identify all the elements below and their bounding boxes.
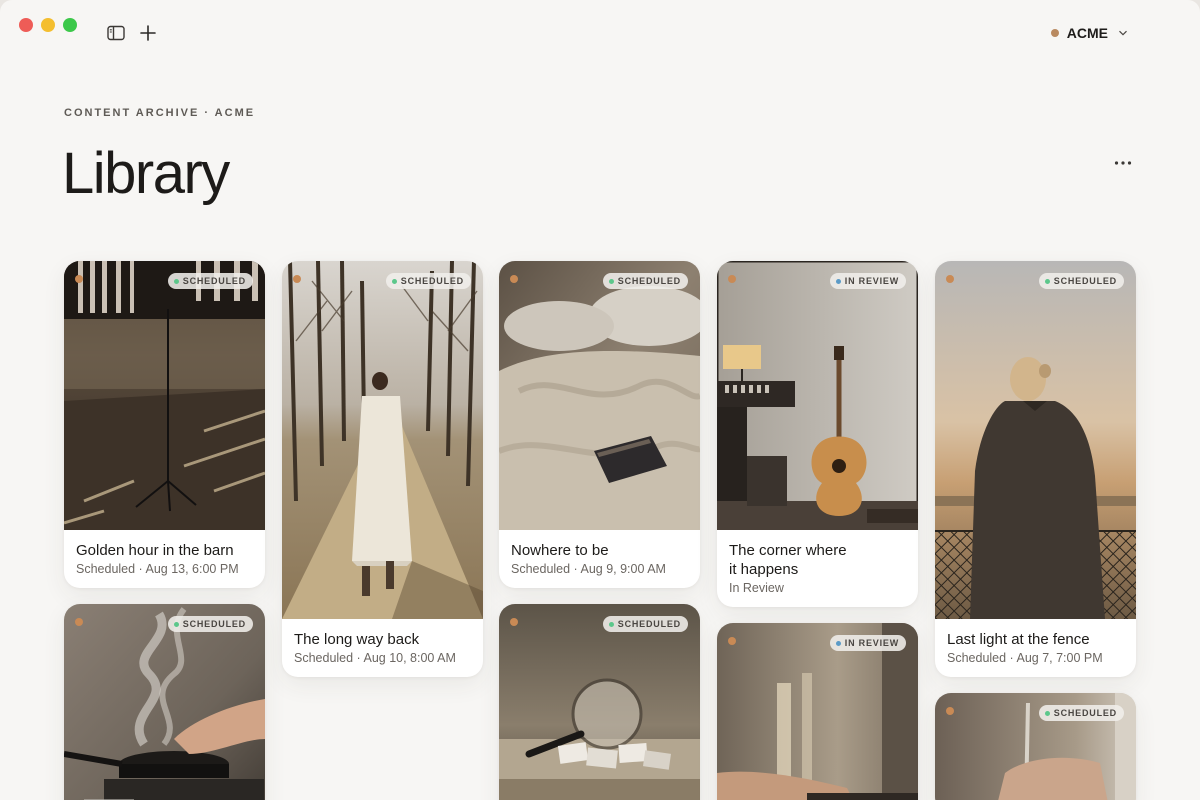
content-card[interactable]: SCHEDULED <box>499 604 700 800</box>
status-dot-icon <box>391 278 397 284</box>
status-dot-icon <box>173 621 179 627</box>
minimize-window-button[interactable] <box>41 18 55 32</box>
status-badge: SCHEDULED <box>602 616 688 632</box>
window-controls <box>19 18 77 32</box>
breadcrumb: CONTENT ARCHIVE · ACME <box>64 107 256 119</box>
accent-dot <box>728 637 736 645</box>
unmade-bed-image <box>499 261 700 530</box>
card-subtitle: Scheduled · Aug 10, 8:00 AM <box>294 651 456 665</box>
status-badge: SCHEDULED <box>1038 705 1124 721</box>
chevron-down-icon <box>1119 30 1127 36</box>
accent-dot <box>946 275 954 283</box>
tree-lined-path-image <box>282 261 483 619</box>
accent-dot <box>293 275 301 283</box>
content-card[interactable]: SCHEDULED Golden hour in the barn Schedu… <box>64 261 265 588</box>
accent-dot <box>75 275 83 283</box>
steaming-pan-image <box>64 604 265 800</box>
account-dot-icon <box>1050 29 1059 37</box>
card-subtitle: Scheduled · Aug 9, 9:00 AM <box>511 562 666 576</box>
app-window: ACME CONTENT ARCHIVE · ACME Library SCHE… <box>0 0 1200 800</box>
accent-dot <box>75 618 83 626</box>
barn-microphone-image <box>64 261 265 530</box>
content-card[interactable]: SCHEDULED Nowhere to be Scheduled · Aug … <box>499 261 700 588</box>
status-dot-icon <box>173 278 179 284</box>
content-card[interactable]: SCHEDULED The long way back Scheduled · … <box>282 261 483 677</box>
content-card[interactable]: SCHEDULED <box>64 604 265 800</box>
content-card[interactable]: SCHEDULED <box>935 693 1136 800</box>
content-card[interactable]: SCHEDULED Last light at the fence Schedu… <box>935 261 1136 677</box>
status-badge: IN REVIEW <box>829 273 906 289</box>
accent-dot <box>510 275 518 283</box>
magnifying-glass-image <box>499 604 700 800</box>
fence-sunset-image <box>935 261 1136 619</box>
status-dot-icon <box>1044 278 1050 284</box>
accent-dot <box>510 618 518 626</box>
account-name: ACME <box>1066 25 1108 41</box>
sidebar-toggle-icon[interactable] <box>107 24 125 42</box>
card-title: Nowhere to be <box>511 542 609 559</box>
account-switcher[interactable]: ACME <box>1050 25 1128 41</box>
zoom-window-button[interactable] <box>63 18 77 32</box>
status-dot-icon <box>1044 710 1050 716</box>
status-dot-icon <box>835 278 841 284</box>
status-badge: IN REVIEW <box>829 635 906 651</box>
content-card[interactable]: IN REVIEW The corner where it happens In … <box>717 261 918 607</box>
card-subtitle: Scheduled · Aug 7, 7:00 PM <box>947 651 1103 665</box>
content-card[interactable]: IN REVIEW <box>717 623 918 800</box>
card-subtitle: Scheduled · Aug 13, 6:00 PM <box>76 562 239 576</box>
status-badge: SCHEDULED <box>602 273 688 289</box>
card-title: The corner where it happens <box>729 542 847 578</box>
card-subtitle: In Review <box>729 581 784 595</box>
close-window-button[interactable] <box>19 18 33 32</box>
status-badge: SCHEDULED <box>385 273 471 289</box>
card-title: Golden hour in the barn <box>76 542 234 559</box>
accent-dot <box>946 707 954 715</box>
card-title: The long way back <box>294 631 420 648</box>
status-badge: SCHEDULED <box>167 273 253 289</box>
status-dot-icon <box>608 621 614 627</box>
more-options-icon[interactable] <box>1113 155 1133 171</box>
status-dot-icon <box>835 640 841 646</box>
card-title: Last light at the fence <box>947 631 1090 648</box>
studio-guitar-image <box>717 261 918 530</box>
page-title: Library <box>62 141 230 206</box>
status-dot-icon <box>608 278 614 284</box>
status-badge: SCHEDULED <box>1038 273 1124 289</box>
status-badge: SCHEDULED <box>167 616 253 632</box>
new-item-plus-icon[interactable] <box>139 24 157 42</box>
accent-dot <box>728 275 736 283</box>
